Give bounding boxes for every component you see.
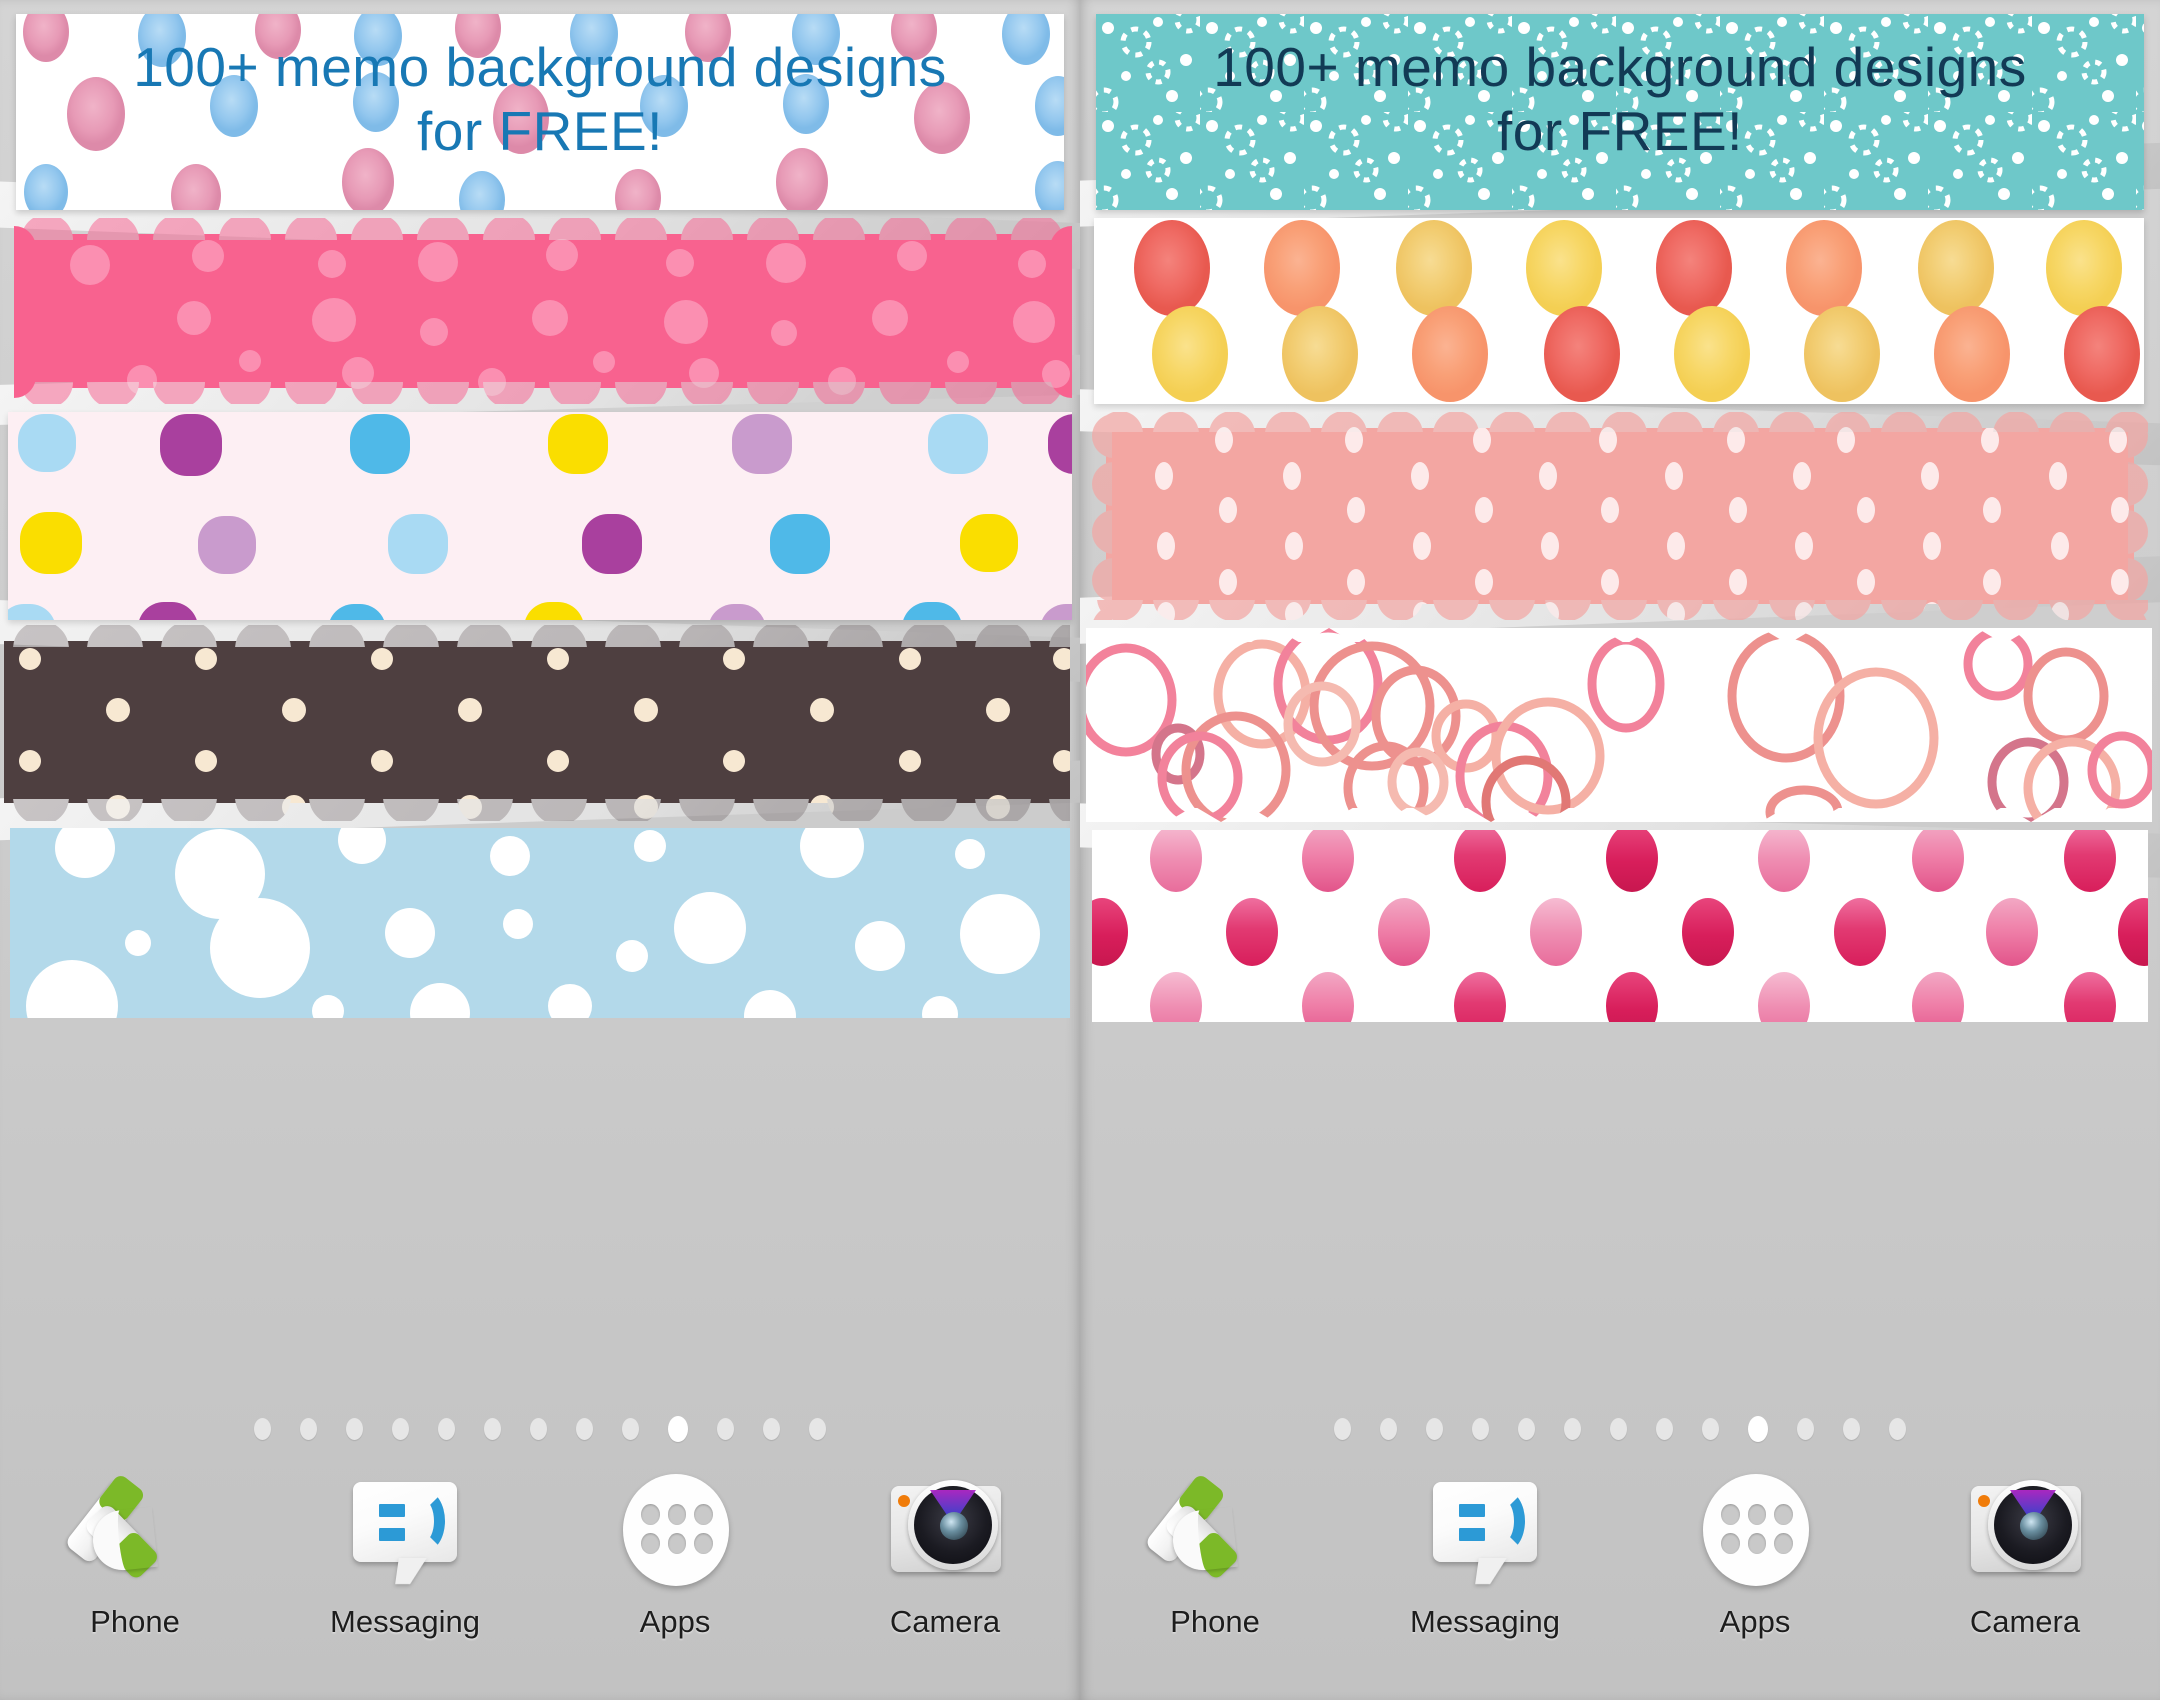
pink-scallop-pattern [14, 218, 1072, 404]
page-dot[interactable] [438, 1418, 455, 1440]
page-dot[interactable] [254, 1418, 271, 1440]
promo-headline-left: 100+ memo background designs for FREE! [16, 36, 1064, 164]
dock-label-phone: Phone [90, 1604, 180, 1639]
promo-line-1: 100+ memo background designs [1213, 36, 2027, 98]
page-dot[interactable] [576, 1418, 593, 1440]
page-dot[interactable] [1380, 1418, 1397, 1440]
page-dot[interactable] [1843, 1418, 1860, 1440]
dual-screenshot-container: 100+ memo background designs for FREE! P… [0, 0, 2160, 1700]
dock-left: Phone Messaging Apps Camera [0, 1470, 1080, 1670]
page-dot[interactable] [392, 1418, 409, 1440]
dock-label-camera: Camera [889, 1604, 1001, 1639]
page-dot[interactable] [763, 1418, 780, 1440]
band-teal-rings-header[interactable]: 100+ memo background designs for FREE! [1096, 14, 2144, 210]
band-magenta-watercolor-dots[interactable] [1092, 830, 2148, 1022]
home-screen-left: 100+ memo background designs for FREE! P… [0, 0, 1080, 1700]
band-orange-watercolor-dots[interactable] [1094, 218, 2144, 404]
dock-item-apps[interactable]: Apps [1640, 1470, 1870, 1640]
page-dot[interactable] [484, 1418, 501, 1440]
band-multicolor-polka-dots[interactable] [8, 412, 1072, 620]
camera-icon [885, 1470, 1005, 1590]
promo-line-2: for FREE! [417, 99, 663, 162]
page-dot[interactable] [622, 1418, 639, 1440]
dock-right: Phone Messaging Apps Camera [1080, 1470, 2160, 1670]
page-dot[interactable] [1889, 1418, 1906, 1440]
page-dot[interactable] [530, 1418, 547, 1440]
dock-label-camera: Camera [1969, 1604, 2081, 1639]
dock-item-messaging[interactable]: Messaging [1370, 1470, 1600, 1640]
dock-item-phone[interactable]: Phone [20, 1470, 250, 1640]
apps-grid-icon [1695, 1470, 1815, 1590]
messaging-icon [345, 1470, 465, 1590]
page-dot[interactable] [1797, 1418, 1814, 1440]
page-dot[interactable] [1334, 1418, 1351, 1440]
home-screen-right: 100+ memo background designs for FREE! P… [1080, 0, 2160, 1700]
band-blue-white-bubbles[interactable] [10, 828, 1070, 1018]
page-dot-active[interactable] [1748, 1416, 1768, 1442]
promo-line-2: for FREE! [1497, 99, 1743, 162]
messaging-icon [1425, 1470, 1545, 1590]
band-pink-scallop-dots[interactable] [14, 218, 1072, 404]
phone-icon [64, 1470, 195, 1590]
dock-item-apps[interactable]: Apps [560, 1470, 790, 1640]
dock-item-messaging[interactable]: Messaging [290, 1470, 520, 1640]
dock-label-apps: Apps [639, 1604, 711, 1639]
page-dot[interactable] [1610, 1418, 1627, 1440]
orange-watercolor-dot-pattern [1094, 218, 2144, 404]
promo-line-1: 100+ memo background designs [133, 36, 947, 98]
page-indicator-right[interactable] [1080, 1416, 2160, 1442]
page-dot[interactable] [1564, 1418, 1581, 1440]
page-dot[interactable] [1656, 1418, 1673, 1440]
wallpaper-left: 100+ memo background designs for FREE! [0, 0, 1080, 1410]
page-dot[interactable] [1518, 1418, 1535, 1440]
salmon-scallop-pattern [1092, 412, 2148, 620]
page-dot-active[interactable] [668, 1416, 688, 1442]
band-salmon-scallop-dots[interactable] [1092, 412, 2148, 620]
dock-label-apps: Apps [1719, 1604, 1791, 1639]
page-indicator-left[interactable] [0, 1416, 1080, 1442]
dock-label-messaging: Messaging [330, 1604, 480, 1639]
page-dot[interactable] [300, 1418, 317, 1440]
camera-icon [1965, 1470, 2085, 1590]
page-dot[interactable] [346, 1418, 363, 1440]
band-brown-cream-dots[interactable] [4, 625, 1070, 821]
blue-bubble-pattern [10, 828, 1070, 1018]
dock-label-messaging: Messaging [1410, 1604, 1560, 1639]
phone-icon [1144, 1470, 1275, 1590]
band-coral-circle-outlines[interactable] [1086, 628, 2152, 822]
page-dot[interactable] [1472, 1418, 1489, 1440]
page-dot[interactable] [1702, 1418, 1719, 1440]
apps-grid-icon [615, 1470, 735, 1590]
brown-wave-dot-pattern [4, 625, 1070, 821]
page-dot[interactable] [717, 1418, 734, 1440]
band-header-watercolor-dots[interactable]: 100+ memo background designs for FREE! [16, 14, 1064, 210]
multicolor-dot-pattern [8, 412, 1072, 620]
magenta-watercolor-dot-pattern [1092, 830, 2148, 1022]
wallpaper-right: 100+ memo background designs for FREE! [1080, 0, 2160, 1410]
dock-label-phone: Phone [1170, 1604, 1260, 1639]
dock-item-camera[interactable]: Camera [1910, 1470, 2140, 1640]
coral-circle-outline-pattern [1086, 628, 2152, 822]
dock-item-phone[interactable]: Phone [1100, 1470, 1330, 1640]
promo-headline-right: 100+ memo background designs for FREE! [1096, 36, 2144, 164]
dock-item-camera[interactable]: Camera [830, 1470, 1060, 1640]
page-dot[interactable] [1426, 1418, 1443, 1440]
page-dot[interactable] [809, 1418, 826, 1440]
